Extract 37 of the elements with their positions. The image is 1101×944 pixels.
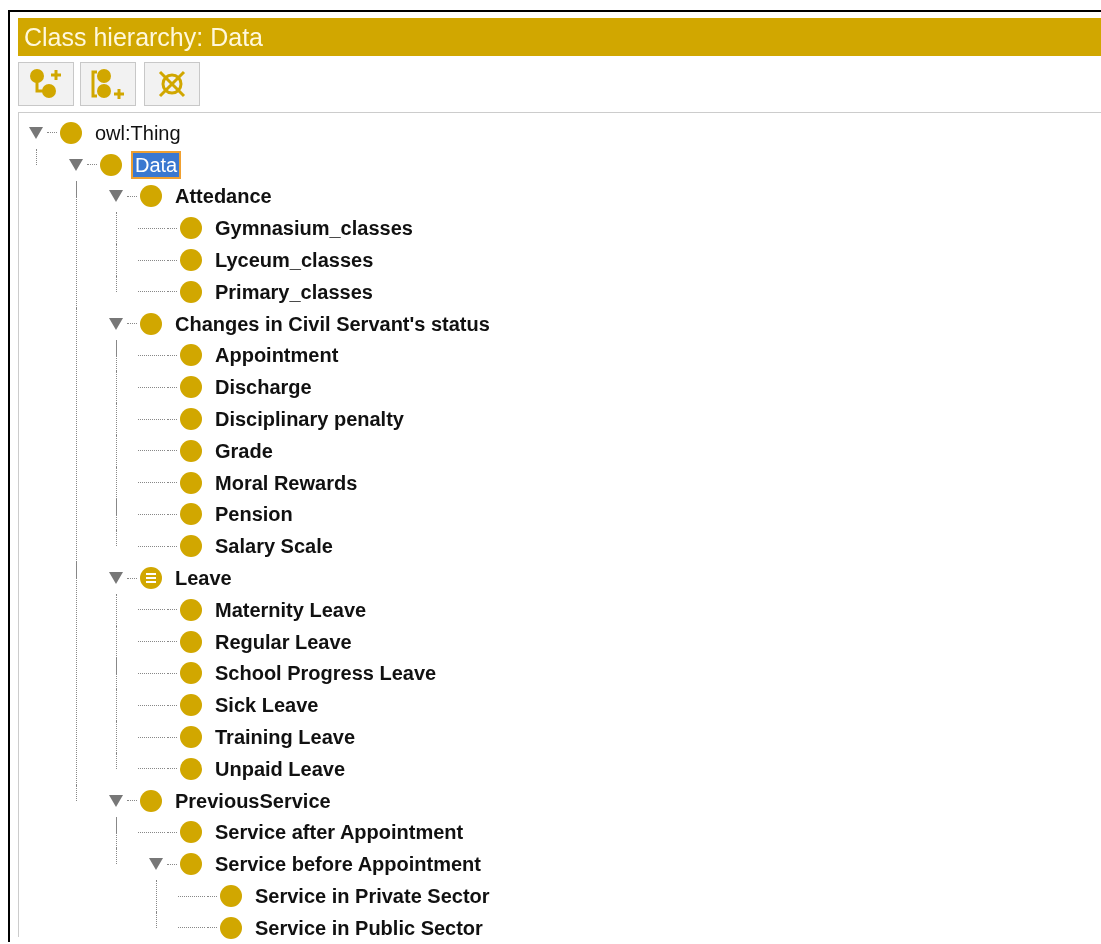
sibling-plus-icon: [90, 68, 126, 100]
collapse-triangle-icon[interactable]: [29, 125, 43, 140]
collapse-triangle-icon[interactable]: [149, 857, 163, 872]
class-label[interactable]: Regular Leave: [211, 627, 356, 656]
class-label[interactable]: Primary_classes: [211, 277, 377, 306]
class-label[interactable]: Changes in Civil Servant's status: [171, 309, 494, 338]
class-label[interactable]: Pension: [211, 500, 297, 529]
class-label[interactable]: Gymnasium_classes: [211, 214, 417, 243]
class-label[interactable]: Data: [131, 150, 182, 179]
collapse-triangle-icon[interactable]: [109, 189, 123, 204]
class-label[interactable]: Leave: [171, 564, 236, 593]
class-label[interactable]: Service in Public Sector: [251, 913, 487, 942]
class-label[interactable]: School Progress Leave: [211, 659, 441, 688]
collapse-triangle-icon[interactable]: [109, 316, 123, 331]
class-label[interactable]: Unpaid Leave: [211, 754, 350, 783]
class-label[interactable]: owl:Thing: [91, 118, 185, 147]
collapse-triangle-icon[interactable]: [109, 793, 123, 808]
crossed-circle-icon: [156, 68, 188, 100]
class-label[interactable]: Grade: [211, 436, 277, 465]
class-label[interactable]: Moral Rewards: [211, 468, 362, 497]
class-label[interactable]: Salary Scale: [211, 532, 337, 561]
class-label[interactable]: Service in Private Sector: [251, 882, 494, 910]
class-label[interactable]: Maternity Leave: [211, 595, 371, 624]
subclass-plus-icon: [29, 68, 63, 100]
collapse-triangle-icon[interactable]: [69, 157, 83, 172]
class-label[interactable]: PreviousService: [171, 786, 335, 815]
class-label[interactable]: Attedance: [171, 182, 276, 211]
class-label[interactable]: Training Leave: [211, 723, 360, 752]
class-label[interactable]: Lyceum_classes: [211, 246, 378, 275]
class-label[interactable]: Service before Appointment: [211, 850, 485, 879]
class-label[interactable]: Sick Leave: [211, 691, 323, 720]
collapse-triangle-icon[interactable]: [109, 571, 123, 586]
class-label[interactable]: Discharge: [211, 373, 316, 402]
class-label[interactable]: Appointment: [211, 341, 343, 370]
class-label[interactable]: Disciplinary penalty: [211, 405, 408, 434]
class-label[interactable]: Service after Appointment: [211, 818, 468, 847]
panel-title-bar: Class hierarchy: Data: [18, 18, 1101, 56]
